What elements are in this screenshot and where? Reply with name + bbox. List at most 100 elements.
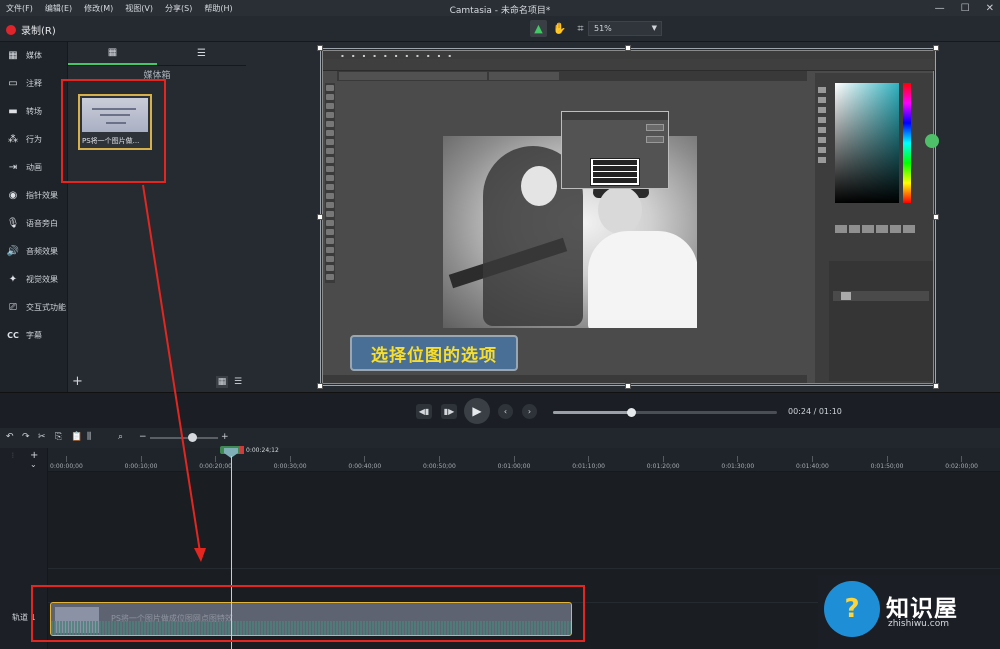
sidebar-item-label: 音频效果 [26, 247, 58, 256]
menu-bar: 文件(F) 编辑(E) 修改(M) 视图(V) 分享(S) 帮助(H) [0, 0, 1000, 16]
sidebar-item[interactable]: CC 字幕 [6, 330, 42, 341]
resize-handle[interactable] [317, 214, 323, 220]
grid-view-icon[interactable]: ▦ [216, 376, 228, 388]
zoom-dropdown[interactable]: 51% ▼ [588, 21, 662, 36]
sidebar-item-label: 行为 [26, 135, 42, 144]
resize-handle[interactable] [317, 383, 323, 389]
undo-icon[interactable]: ↶ [6, 432, 14, 442]
resize-handle[interactable] [625, 45, 631, 51]
sidebar-item[interactable]: ▬ 转场 [6, 106, 42, 117]
zoom-slider-knob[interactable] [188, 433, 198, 442]
select-arrow-icon[interactable]: ▲ [530, 20, 547, 37]
playback-time: 00:24 / 01:10 [788, 407, 842, 416]
tab-library[interactable]: ☰ [157, 42, 246, 65]
menu-item[interactable]: 帮助(H) [198, 3, 238, 14]
close-icon[interactable]: ✕ [986, 3, 994, 14]
redo-icon[interactable]: ↷ [22, 432, 30, 442]
hand-pan-icon[interactable]: ✋ [551, 20, 568, 37]
sidebar-item-label: 字幕 [26, 331, 42, 340]
maximize-icon[interactable]: ☐ [961, 3, 970, 14]
resize-handle[interactable] [933, 45, 939, 51]
minimize-icon[interactable]: — [935, 3, 945, 14]
edit-handle-icon[interactable] [925, 134, 939, 148]
track-lock-icon[interactable]: ⋮ [10, 452, 16, 459]
menu-item[interactable]: 修改(M) [78, 3, 119, 14]
canvas-tools: ▲ ✋ ⌗ [530, 20, 589, 37]
sidebar-item[interactable]: ⁂ 行为 [6, 134, 42, 145]
step-forward-icon[interactable]: ▮▶ [441, 404, 457, 419]
tab-media-bin[interactable]: ▦ [68, 42, 157, 65]
sidebar-item[interactable]: ✦ 视觉效果 [6, 274, 58, 285]
sidebar-item-label: 注释 [26, 79, 42, 88]
add-media-button[interactable]: + [72, 374, 83, 389]
callout-text: 选择位图的选项 [371, 345, 497, 366]
menu-item[interactable]: 编辑(E) [39, 3, 78, 14]
list-view-icon[interactable]: ☰ [232, 376, 244, 388]
ruler-label: 0:00:20;00 [199, 463, 232, 470]
ruler-label: 0:00:40;00 [348, 463, 382, 470]
timeline-zoom-slider[interactable] [150, 433, 218, 442]
record-label: 录制(R) [21, 26, 56, 37]
timeline-ruler[interactable]: 0:00:00;00 0:00:10;00 0:00:20;00 0:00:30;00… [48, 448, 1000, 472]
playback-controls: ◀▮ ▮▶ ▶ ‹ › 00:24 / 01:10 [0, 392, 1000, 428]
sidebar-item[interactable]: ▦ 媒体 [6, 50, 42, 61]
scrubber-knob[interactable] [627, 408, 637, 417]
ruler-tick [737, 456, 739, 462]
timeline-toolbar: ↶ ↷ ✂ ⎘ 📋 ⫼ ⌕ − + [0, 428, 1000, 448]
menu-item[interactable]: 文件(F) [0, 3, 39, 14]
logo-name: 知识屋 [886, 596, 958, 622]
menu-item[interactable]: 分享(S) [159, 3, 198, 14]
ruler-label: 0:01:10;00 [572, 463, 605, 470]
ruler-label: 0:00:10;00 [124, 463, 158, 470]
next-clip-icon[interactable]: › [522, 404, 537, 419]
ruler-label: 0:01:40;00 [796, 463, 829, 470]
split-icon[interactable]: ⫼ [87, 432, 91, 442]
callout-annotation[interactable]: 选择位图的选项 [350, 335, 518, 371]
ruler-label: 0:00:50;00 [423, 463, 456, 470]
menu-item[interactable]: 视图(V) [119, 3, 159, 14]
transition-icon: ▬ [8, 106, 18, 117]
chevron-down-icon: ▼ [651, 24, 657, 32]
crop-icon[interactable]: ⌗ [572, 20, 589, 37]
ruler-label: 0:01:30;00 [721, 463, 755, 470]
playback-scrubber[interactable] [553, 408, 777, 417]
zoom-in-icon[interactable]: + [221, 432, 229, 442]
captions-icon: CC [7, 331, 19, 340]
zoom-out-icon[interactable]: − [139, 432, 147, 442]
previous-clip-icon[interactable]: ‹ [498, 404, 513, 419]
sidebar-item[interactable]: 🎙 语音旁白 [6, 218, 58, 229]
cut-icon[interactable]: ✂ [38, 432, 46, 442]
sidebar-item-label: 媒体 [26, 51, 42, 60]
sidebar-item[interactable]: ⎚ 交互式功能 [6, 302, 66, 313]
step-back-icon[interactable]: ◀▮ [416, 404, 432, 419]
media-tabs: ▦ ☰ [68, 42, 246, 66]
ruler-label: 0:01:20;00 [646, 463, 680, 470]
playhead-range-end[interactable] [240, 446, 244, 454]
resize-handle[interactable] [933, 214, 939, 220]
ruler-label: 0:00:30;00 [273, 463, 307, 470]
sidebar-item-label: 转场 [26, 107, 42, 116]
collapse-tracks-icon[interactable]: ⌄ [30, 460, 37, 469]
sidebar-item[interactable]: ⇥ 动画 [6, 162, 42, 173]
sidebar-item[interactable]: ◉ 指针效果 [6, 190, 58, 201]
sidebar-item[interactable]: 🔊 音频效果 [6, 246, 58, 257]
canvas-preview[interactable]: ▪ ▪ ▪ ▪ ▪ ▪ ▪ ▪ ▪ ▪ ▪ 选择位图的选项 [246, 42, 1000, 392]
media-footer: + ▦ ☰ [68, 372, 246, 392]
play-button[interactable]: ▶ [464, 398, 490, 424]
film-strip-icon: ▦ [107, 47, 118, 58]
paste-icon[interactable]: 📋 [71, 432, 82, 442]
sidebar-item-label: 动画 [26, 163, 42, 172]
sidebar-item-label: 视觉效果 [26, 275, 58, 284]
resize-handle[interactable] [625, 383, 631, 389]
logo-url: zhishiwu.com [888, 619, 949, 629]
sidebar-item[interactable]: ▭ 注释 [6, 78, 42, 89]
resize-handle[interactable] [317, 45, 323, 51]
record-button[interactable]: 录制(R) [6, 22, 56, 37]
playhead-time: 0:00:24;12 [246, 447, 279, 454]
zoom-value: 51% [594, 24, 612, 33]
cursor-icon: ◉ [8, 190, 18, 201]
ruler-label: 0:00:00;00 [50, 463, 83, 470]
copy-icon[interactable]: ⎘ [55, 432, 62, 442]
resize-handle[interactable] [933, 383, 939, 389]
wand-icon: ✦ [8, 274, 18, 285]
